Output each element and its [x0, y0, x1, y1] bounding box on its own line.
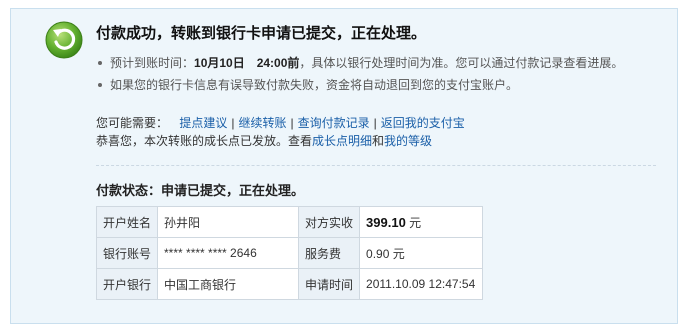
received-amount-number: 399.10	[366, 214, 406, 230]
account-name-label: 开户姓名	[95, 206, 159, 238]
arrival-suffix: ，具体以银行处理时间为准。您可以通过付款记录查看进展。	[299, 56, 624, 70]
arrival-prefix: 预计到账时间：	[110, 56, 195, 70]
table-row: 开户姓名 孙井阳 对方实收 399.10 元	[95, 206, 484, 238]
success-headline: 付款成功，转账到银行卡申请已提交，正在处理。	[96, 25, 427, 42]
feedback-link[interactable]: 提点建议	[179, 116, 227, 130]
received-amount-value: 399.10 元	[359, 206, 484, 238]
continue-transfer-link[interactable]: 继续转账	[239, 116, 287, 130]
apply-time-value: 2011.10.09 12:47:54	[359, 268, 484, 300]
received-amount-unit: 元	[405, 215, 422, 230]
transfer-details-table: 开户姓名 孙井阳 对方实收 399.10 元 银行账号 **** **** **…	[95, 206, 484, 300]
suggested-actions-label: 您可能需要：	[96, 116, 169, 130]
service-fee-label: 服务费	[298, 237, 361, 269]
service-fee-value: 0.90 元	[359, 237, 484, 269]
payment-status: 付款状态：申请已提交，正在处理。	[96, 183, 305, 198]
received-amount-label: 对方实收	[298, 206, 361, 238]
bank-label: 开户银行	[95, 268, 159, 300]
info-bullets: 预计到账时间：10月10日 24:00前，具体以银行处理时间为准。您可以通过付款…	[96, 55, 623, 99]
account-number-value: **** **** **** 2646	[157, 237, 300, 269]
refund-note: 如果您的银行卡信息有误导致付款失败，资金将自动退回到您的支付宝账户。	[96, 77, 623, 99]
arrival-time-note: 预计到账时间：10月10日 24:00前，具体以银行处理时间为准。您可以通过付款…	[96, 55, 623, 77]
my-level-link[interactable]: 我的等级	[384, 134, 432, 148]
apply-time-label: 申请时间	[298, 268, 361, 300]
growth-note-prefix: 恭喜您，本次转账的成长点已发放。查看	[96, 134, 313, 148]
account-number-label: 银行账号	[95, 237, 159, 269]
growth-points-detail-link[interactable]: 成长点明细	[312, 134, 372, 148]
suggested-actions: 您可能需要： 提点建议 | 继续转账 | 查询付款记录 | 返回我的支付宝	[96, 114, 465, 132]
bullet-dot-icon	[98, 83, 102, 87]
account-name-value: 孙井阳	[157, 206, 300, 238]
growth-points-note: 恭喜您，本次转账的成长点已发放。查看成长点明细和我的等级	[96, 132, 432, 150]
success-refresh-icon	[45, 21, 83, 59]
separator: |	[290, 116, 294, 130]
separator: |	[373, 116, 377, 130]
back-to-alipay-link[interactable]: 返回我的支付宝	[381, 116, 465, 130]
payment-records-link[interactable]: 查询付款记录	[298, 116, 370, 130]
table-row: 银行账号 **** **** **** 2646 服务费 0.90 元	[95, 237, 484, 269]
table-row: 开户银行 中国工商银行 申请时间 2011.10.09 12:47:54	[95, 268, 484, 300]
arrival-time: 10月10日 24:00前	[194, 56, 300, 70]
section-divider	[96, 165, 656, 166]
bullet-dot-icon	[98, 61, 102, 65]
growth-note-mid: 和	[372, 134, 385, 148]
separator: |	[231, 116, 235, 130]
bank-value: 中国工商银行	[157, 268, 300, 300]
refund-note-text: 如果您的银行卡信息有误导致付款失败，资金将自动退回到您的支付宝账户。	[110, 78, 519, 92]
